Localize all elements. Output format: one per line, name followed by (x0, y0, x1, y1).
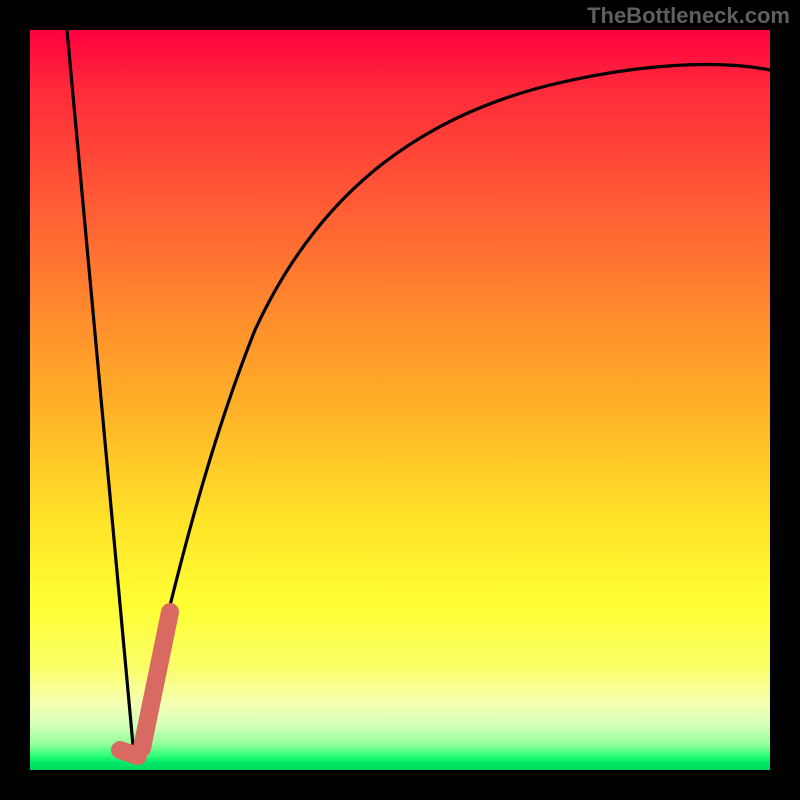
curve-left-branch (67, 30, 134, 756)
chart-frame: TheBottleneck.com (0, 0, 800, 800)
curves-layer (30, 30, 770, 770)
plot-area (30, 30, 770, 770)
watermark-text: TheBottleneck.com (587, 3, 790, 29)
curve-right-branch (134, 65, 770, 756)
